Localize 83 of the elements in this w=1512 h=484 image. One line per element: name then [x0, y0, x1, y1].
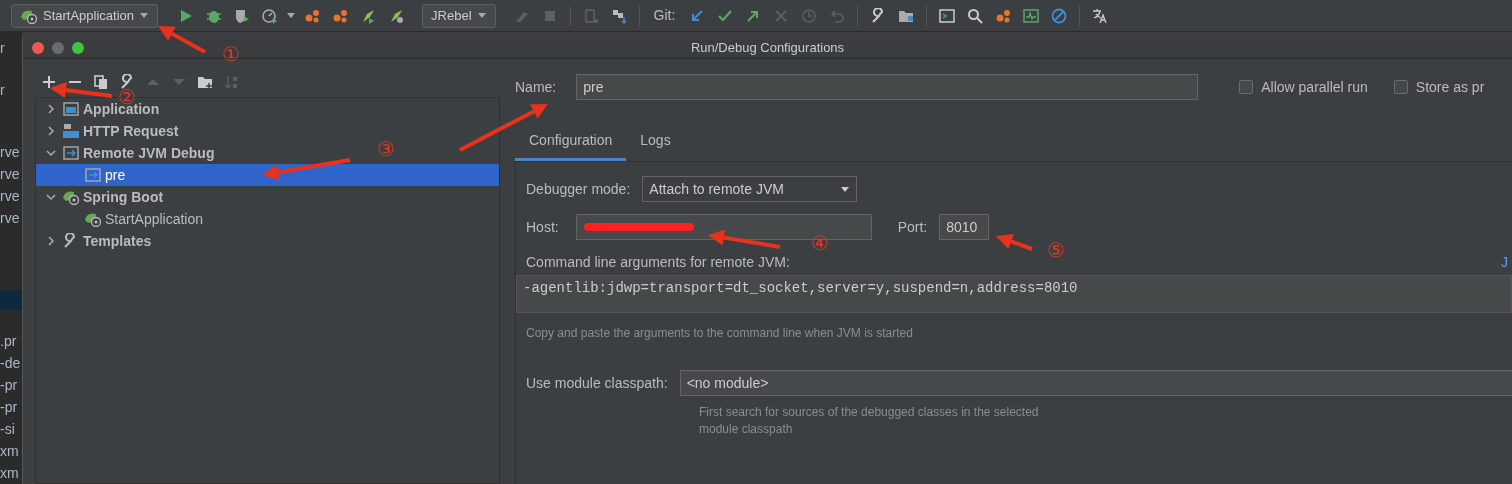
- link[interactable]: J: [1501, 252, 1508, 273]
- tree-item-text: r: [0, 39, 6, 58]
- tree-item-text: -pr: [0, 376, 19, 395]
- hint-text: Copy and paste the arguments to the command line when JVM is started: [526, 325, 914, 342]
- tree-item-text: .pr: [0, 332, 18, 351]
- caret-icon: [139, 12, 150, 19]
- tree-item-text: xm: [0, 464, 20, 483]
- annotation-number: ⑤: [1047, 240, 1065, 260]
- tree-item-text: -de: [0, 354, 22, 373]
- search-icon[interactable]: [967, 7, 984, 24]
- tab[interactable]: Configuration: [515, 124, 627, 161]
- host-label: Host:: [526, 217, 559, 237]
- spring-boot-icon: [62, 189, 80, 205]
- tree-item[interactable]: pre: [36, 164, 499, 186]
- chevron-down-icon: [46, 148, 56, 158]
- caret-icon[interactable]: [286, 12, 297, 19]
- annotation-number: ④: [811, 233, 829, 253]
- tree-item-text: -si: [0, 420, 16, 439]
- shield-run-icon[interactable]: [234, 7, 251, 24]
- tree-item[interactable]: Templates: [36, 230, 152, 252]
- annotation-arrow: [158, 26, 206, 54]
- chevron-right-icon: [46, 126, 56, 136]
- tree-item-text: -pr: [0, 398, 19, 417]
- tree-item[interactable]: Spring Boot: [36, 186, 164, 208]
- chevron-right-icon: [46, 104, 56, 114]
- hint-text: First search for sources of the debugged classes in the selected: [699, 404, 1040, 421]
- activity-monitor-icon[interactable]: [1023, 7, 1040, 24]
- hint-text: module classpath: [699, 421, 794, 438]
- tree-item[interactable]: StartApplication: [36, 208, 204, 230]
- chevron-right-icon: [46, 236, 56, 246]
- name-label: Name:: [515, 77, 557, 97]
- annotation-arrow: [50, 82, 113, 98]
- annotation-number: ①: [222, 44, 240, 64]
- port-field[interactable]: 8010: [939, 214, 990, 240]
- module-select[interactable]: <no module>: [679, 370, 1512, 396]
- minimize-button[interactable]: [52, 41, 64, 54]
- checkbox[interactable]: Allow parallel run: [1239, 76, 1368, 98]
- new-folder-icon[interactable]: [197, 74, 213, 90]
- close-button[interactable]: [32, 41, 44, 54]
- chevron-down-icon: [46, 192, 56, 202]
- name-field[interactable]: pre: [576, 74, 1199, 100]
- remote-debug-icon: [62, 145, 80, 161]
- api-icon: [62, 123, 80, 139]
- copy-icon[interactable]: [93, 74, 109, 90]
- window-title: Run/Debug Configurations: [690, 39, 845, 55]
- git-label: Git:: [653, 6, 676, 25]
- debugger-mode-select[interactable]: Attach to remote JVM: [642, 176, 858, 202]
- window-icon: [62, 101, 80, 117]
- tree-item-text: rve: [0, 187, 21, 207]
- args-field[interactable]: -agentlib:jdwp=transport=dt_socket,server=y,suspend=n,address=8010: [516, 275, 1512, 313]
- jrebel-icon[interactable]: [995, 7, 1012, 24]
- jrebel-debug-icon[interactable]: [332, 7, 349, 24]
- annotation-arrow: [996, 233, 1033, 251]
- translate-icon[interactable]: [1092, 7, 1109, 24]
- tab[interactable]: Logs: [626, 124, 685, 161]
- spring-boot-icon: [84, 211, 102, 227]
- args-label: Command line arguments for remote JVM:: [526, 253, 790, 272]
- tree-item-text: xm: [0, 442, 20, 461]
- terminal-icon[interactable]: [939, 7, 956, 24]
- zoom-button[interactable]: [72, 41, 84, 54]
- tree-item-text: rve: [0, 143, 21, 163]
- module-classpath-label: Use module classpath:: [526, 373, 668, 393]
- selected-row-highlight: [0, 289, 22, 310]
- tree-item-text: rve: [0, 209, 21, 229]
- checkbox[interactable]: Store as pr: [1393, 76, 1485, 98]
- caret-icon: [476, 12, 487, 19]
- port-label: Port:: [897, 217, 928, 237]
- debugger-mode-label: Debugger mode:: [526, 179, 631, 199]
- remote-debug-icon: [84, 167, 102, 183]
- gauge-icon[interactable]: [262, 7, 279, 24]
- jrebel-combo[interactable]: JRebel: [422, 3, 496, 28]
- jrebel-run-icon[interactable]: [304, 7, 321, 24]
- tree-item-text: rve: [0, 165, 21, 185]
- tree-item-text: r: [0, 81, 6, 101]
- tree-item[interactable]: HTTP Request: [36, 120, 179, 142]
- update-arrow-icon[interactable]: [689, 7, 706, 24]
- tree-item[interactable]: Remote JVM Debug: [36, 142, 215, 164]
- run-configuration-combo[interactable]: StartApplication: [11, 3, 159, 28]
- caret-icon: [840, 185, 851, 193]
- annotation-number: ③: [377, 139, 395, 159]
- add-icon[interactable]: [41, 74, 57, 90]
- cubes-arrow-icon[interactable]: [610, 7, 627, 24]
- prohibited-icon[interactable]: [1051, 7, 1068, 24]
